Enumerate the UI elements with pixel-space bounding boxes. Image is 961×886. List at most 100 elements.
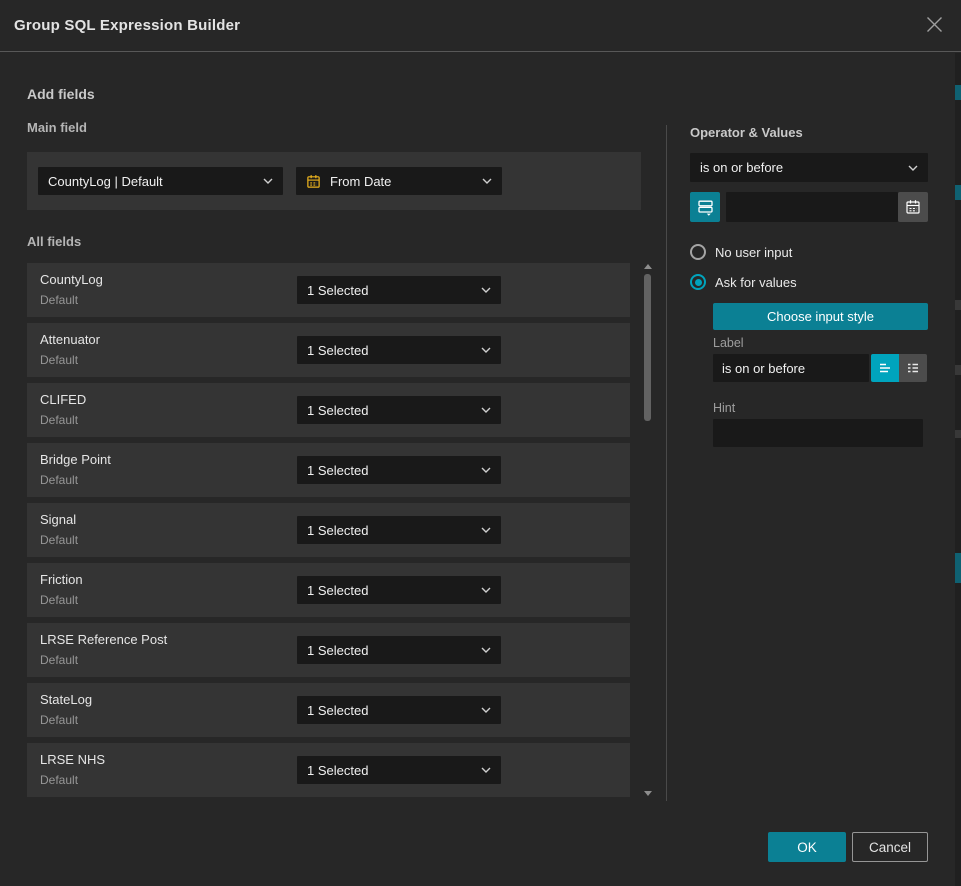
value-input-row — [690, 192, 928, 222]
field-selection-value: 1 Selected — [307, 283, 368, 298]
radio-no-user-input-label: No user input — [715, 245, 792, 260]
scrollbar-up-arrow[interactable] — [644, 264, 652, 269]
input-style-single-toggle[interactable] — [871, 354, 899, 382]
field-selection-dropdown[interactable]: 1 Selected — [297, 276, 501, 304]
background-app-fragment — [955, 185, 961, 200]
field-name: Attenuator — [40, 332, 100, 347]
value-type-button[interactable] — [690, 192, 720, 222]
chevron-down-icon — [481, 527, 491, 533]
field-selection-value: 1 Selected — [307, 463, 368, 478]
field-row: LRSE NHS Default 1 Selected — [27, 743, 630, 797]
field-row: LRSE Reference Post Default 1 Selected — [27, 623, 630, 677]
chevron-down-icon — [481, 287, 491, 293]
operator-values-heading: Operator & Values — [690, 125, 803, 140]
choose-input-style-button[interactable]: Choose input style — [713, 303, 928, 330]
chevron-down-icon — [908, 165, 918, 171]
group-sql-expression-builder-dialog: Group SQL Expression Builder Add fields … — [0, 0, 961, 886]
field-selection-dropdown[interactable]: 1 Selected — [297, 336, 501, 364]
field-subtitle: Default — [40, 293, 78, 307]
scrollbar-thumb[interactable] — [644, 274, 651, 421]
field-row: Bridge Point Default 1 Selected — [27, 443, 630, 497]
ok-button[interactable]: OK — [768, 832, 846, 862]
field-selection-dropdown[interactable]: 1 Selected — [297, 456, 501, 484]
field-row: CountyLog Default 1 Selected — [27, 263, 630, 317]
radio-circle-icon — [690, 244, 706, 260]
hint-input[interactable] — [713, 419, 923, 447]
chevron-down-icon — [481, 767, 491, 773]
background-app-strip — [955, 53, 961, 886]
background-app-fragment — [955, 365, 961, 375]
list-input-icon — [905, 360, 921, 376]
field-subtitle: Default — [40, 413, 78, 427]
main-field-panel: CountyLog | Default From Date — [27, 152, 641, 210]
main-field-dropdown-value: From Date — [330, 174, 391, 189]
date-picker-button[interactable] — [898, 192, 928, 222]
field-row: StateLog Default 1 Selected — [27, 683, 630, 737]
date-value-input[interactable] — [726, 192, 898, 222]
field-name: LRSE Reference Post — [40, 632, 167, 647]
field-row: Friction Default 1 Selected — [27, 563, 630, 617]
chevron-down-icon — [481, 347, 491, 353]
field-row: CLIFED Default 1 Selected — [27, 383, 630, 437]
chevron-down-icon — [481, 707, 491, 713]
field-subtitle: Default — [40, 473, 78, 487]
chevron-down-icon — [263, 178, 273, 184]
field-name: CountyLog — [40, 272, 103, 287]
input-style-list-toggle[interactable] — [899, 354, 927, 382]
field-name: Friction — [40, 572, 83, 587]
field-selection-value: 1 Selected — [307, 523, 368, 538]
field-name: StateLog — [40, 692, 92, 707]
field-selection-value: 1 Selected — [307, 403, 368, 418]
field-name: LRSE NHS — [40, 752, 105, 767]
hint-caption: Hint — [713, 401, 735, 415]
operator-values-panel: Operator & Values is on or before — [690, 125, 928, 525]
field-selection-dropdown[interactable]: 1 Selected — [297, 636, 501, 664]
scrollbar-down-arrow[interactable] — [644, 791, 652, 796]
field-row: Attenuator Default 1 Selected — [27, 323, 630, 377]
field-selection-value: 1 Selected — [307, 703, 368, 718]
radio-selected-icon — [690, 274, 706, 290]
calendar-icon — [905, 199, 921, 215]
field-subtitle: Default — [40, 773, 78, 787]
all-fields-list: CountyLog Default 1 Selected Attenuator … — [27, 258, 630, 802]
add-fields-heading: Add fields — [27, 86, 95, 102]
field-selection-dropdown[interactable]: 1 Selected — [297, 756, 501, 784]
field-subtitle: Default — [40, 713, 78, 727]
radio-no-user-input[interactable]: No user input — [690, 244, 792, 260]
radio-ask-for-values[interactable]: Ask for values — [690, 274, 797, 290]
field-selection-value: 1 Selected — [307, 643, 368, 658]
field-subtitle: Default — [40, 593, 78, 607]
field-name: Bridge Point — [40, 452, 111, 467]
main-layer-dropdown[interactable]: CountyLog | Default — [38, 167, 283, 195]
field-selection-dropdown[interactable]: 1 Selected — [297, 516, 501, 544]
field-selection-value: 1 Selected — [307, 583, 368, 598]
close-button[interactable] — [923, 15, 945, 37]
field-row: Signal Default 1 Selected — [27, 503, 630, 557]
operator-dropdown[interactable]: is on or before — [690, 153, 928, 182]
cancel-button[interactable]: Cancel — [852, 832, 928, 862]
main-field-dropdown[interactable]: From Date — [296, 167, 502, 195]
background-app-fragment — [955, 430, 961, 438]
chevron-down-icon — [481, 587, 491, 593]
field-selection-dropdown[interactable]: 1 Selected — [297, 396, 501, 424]
field-name: CLIFED — [40, 392, 86, 407]
field-subtitle: Default — [40, 533, 78, 547]
field-selection-value: 1 Selected — [307, 343, 368, 358]
title-bar: Group SQL Expression Builder — [0, 0, 961, 52]
field-selection-value: 1 Selected — [307, 763, 368, 778]
calendar-icon — [306, 174, 321, 189]
all-fields-heading: All fields — [27, 234, 81, 249]
main-layer-dropdown-value: CountyLog | Default — [48, 174, 163, 189]
field-subtitle: Default — [40, 653, 78, 667]
single-line-input-icon — [877, 360, 893, 376]
field-subtitle: Default — [40, 353, 78, 367]
background-app-fragment — [955, 300, 961, 310]
dialog-title: Group SQL Expression Builder — [14, 17, 240, 34]
field-selection-dropdown[interactable]: 1 Selected — [297, 576, 501, 604]
chevron-down-icon — [481, 407, 491, 413]
label-input[interactable] — [713, 354, 869, 382]
field-selection-dropdown[interactable]: 1 Selected — [297, 696, 501, 724]
chevron-down-icon — [481, 647, 491, 653]
chevron-down-icon — [481, 467, 491, 473]
field-name: Signal — [40, 512, 76, 527]
